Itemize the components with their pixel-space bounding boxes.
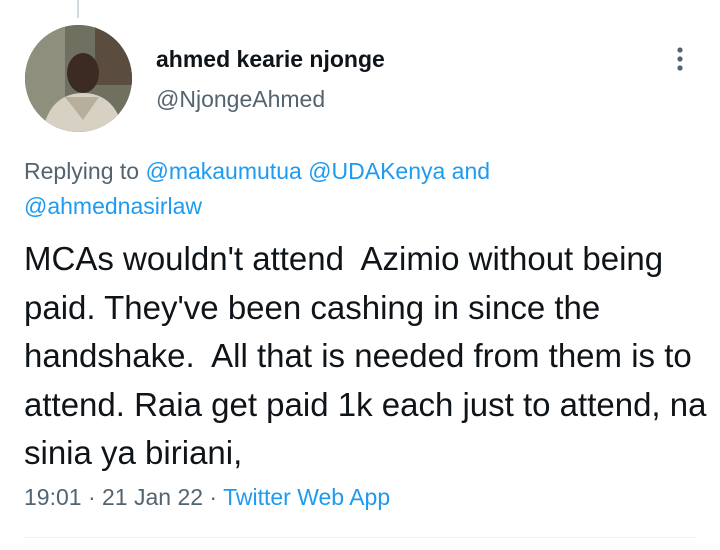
mention-and-others[interactable]: and	[445, 158, 490, 184]
tweet-date[interactable]: 21 Jan 22	[102, 484, 203, 510]
tweet-metadata: 19:01 · 21 Jan 22 · Twitter Web App	[24, 484, 390, 511]
author-display-name[interactable]: ahmed kearie njonge	[156, 46, 385, 73]
mention-ahmednasirlaw[interactable]: @ahmednasirlaw	[24, 193, 202, 219]
meta-separator: ·	[203, 484, 224, 510]
divider	[24, 537, 696, 538]
thread-connector-line	[77, 0, 79, 18]
avatar[interactable]	[25, 25, 132, 132]
author-handle[interactable]: @NjongeAhmed	[156, 86, 325, 113]
tweet-source-link[interactable]: Twitter Web App	[223, 484, 390, 510]
tweet-text: MCAs wouldn't attend Azimio without bein…	[24, 240, 716, 471]
tweet-time[interactable]: 19:01	[24, 484, 82, 510]
mention-makaumutua[interactable]: @makaumutua	[145, 158, 301, 184]
replying-to-line: Replying to @makaumutua @UDAKenya and @ah…	[24, 154, 704, 224]
more-vertical-icon	[677, 47, 683, 71]
meta-separator: ·	[81, 484, 103, 510]
mention-udakenya[interactable]: @UDAKenya	[308, 158, 445, 184]
replying-to-label: Replying to	[24, 158, 146, 184]
avatar-image	[25, 25, 132, 132]
more-options-button[interactable]	[666, 42, 694, 76]
